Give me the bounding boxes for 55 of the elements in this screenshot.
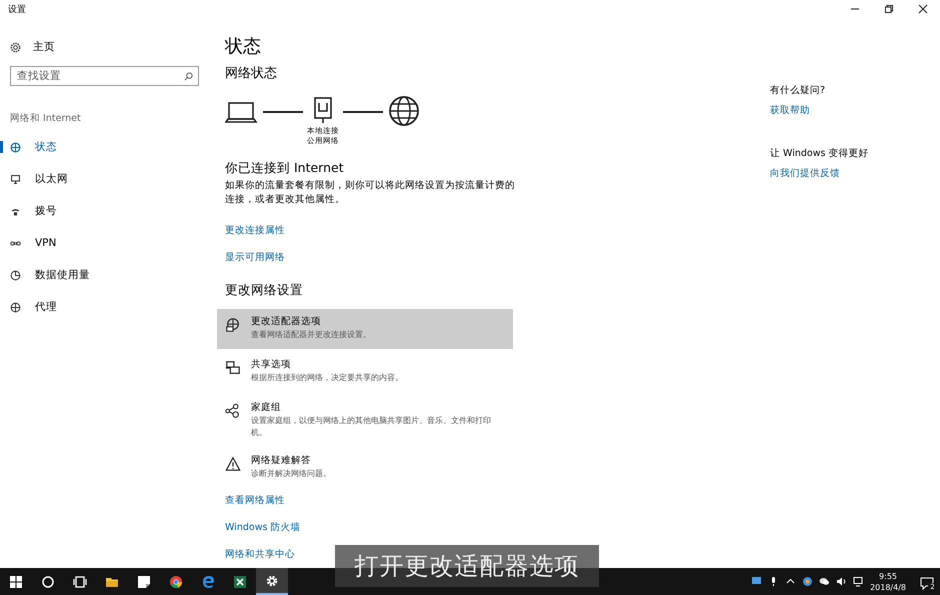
page-title: 状态 (225, 35, 262, 59)
sidebar-item[interactable]: 数据使用量 (0, 259, 216, 291)
windows-icon[interactable] (9, 574, 23, 588)
clock-date[interactable]: 2018/4/8 (870, 582, 906, 592)
subtitle-caption: 打开更改适配器选项 (335, 545, 599, 587)
sidebar-item[interactable]: 拨号 (0, 195, 216, 227)
devices-icon (225, 360, 241, 376)
settings-link[interactable]: 更改连接属性 (225, 224, 285, 237)
globe-icon (10, 142, 21, 152)
window-title: 设置 (8, 4, 26, 16)
help-heading: 有什么疑问? (770, 84, 826, 97)
section-heading: 网络状态 (225, 65, 278, 83)
clock-time[interactable]: 9:55 (870, 570, 906, 582)
section-label: 网络和 Internet (9, 112, 82, 126)
close-icon[interactable] (918, 4, 928, 14)
network-icon[interactable] (853, 576, 864, 587)
sidebar-item[interactable]: 以太网 (0, 163, 216, 195)
search-field[interactable]: 查找设置 (10, 66, 199, 86)
connection-description: 如果你的流量套餐有限制，则你可以将此网络设置为按流量计费的连接，或者更改其他属性。 (225, 179, 515, 207)
settings-link[interactable]: 显示可用网络 (225, 251, 285, 264)
feedback-heading: 让 Windows 变得更好 (770, 147, 870, 160)
ethernet-adapter-icon (312, 96, 334, 126)
note-icon[interactable] (137, 574, 151, 588)
settings-option[interactable]: 网络疑难解答 诊断并解决网络问题。 (217, 448, 513, 488)
notification-icon[interactable] (920, 576, 934, 590)
sidebar-item[interactable]: 代理 (0, 291, 216, 323)
settings-link[interactable]: 网络和共享中心 (225, 548, 295, 561)
home-link[interactable]: 主页 (33, 40, 55, 54)
monitor-icon (10, 174, 21, 184)
sidebar-item[interactable]: 状态 (0, 131, 216, 163)
settings-option[interactable]: 更改适配器选项 查看网络适配器并更改连接设置。 (217, 309, 513, 349)
sidebar-item[interactable]: VPN (0, 227, 216, 259)
speaker-icon[interactable] (836, 576, 848, 587)
settings-link[interactable]: Windows 防火墙 (225, 521, 300, 534)
pie-icon (10, 270, 21, 280)
taskbar-button[interactable] (256, 568, 288, 595)
globe-icon (10, 302, 21, 312)
warning-icon (225, 456, 241, 472)
search-icon[interactable] (41, 574, 55, 588)
search-icon (184, 72, 193, 80)
browser-icon[interactable] (169, 574, 183, 588)
settings-link[interactable]: 查看网络属性 (225, 494, 285, 507)
restore-icon[interactable] (884, 4, 894, 14)
nodes-icon (225, 403, 241, 419)
edge-icon[interactable] (201, 574, 215, 588)
section-heading: 更改网络设置 (225, 282, 304, 299)
adapter-icon (225, 317, 241, 333)
gear-icon[interactable] (10, 42, 21, 52)
help-link[interactable]: 获取帮助 (770, 104, 810, 117)
spreadsheet-icon[interactable] (233, 574, 247, 588)
task-view-icon[interactable] (73, 574, 87, 588)
connection-heading: 你已连接到 Internet (225, 160, 345, 177)
settings-option[interactable]: 共享选项 根据所连接到的网络，决定要共享的内容。 (217, 352, 513, 392)
settings-option[interactable]: 家庭组 设置家庭组，以便与网络上的其他电脑共享图片、音乐、文件和打印机。 (217, 395, 513, 445)
feedback-link[interactable]: 向我们提供反馈 (770, 167, 840, 180)
